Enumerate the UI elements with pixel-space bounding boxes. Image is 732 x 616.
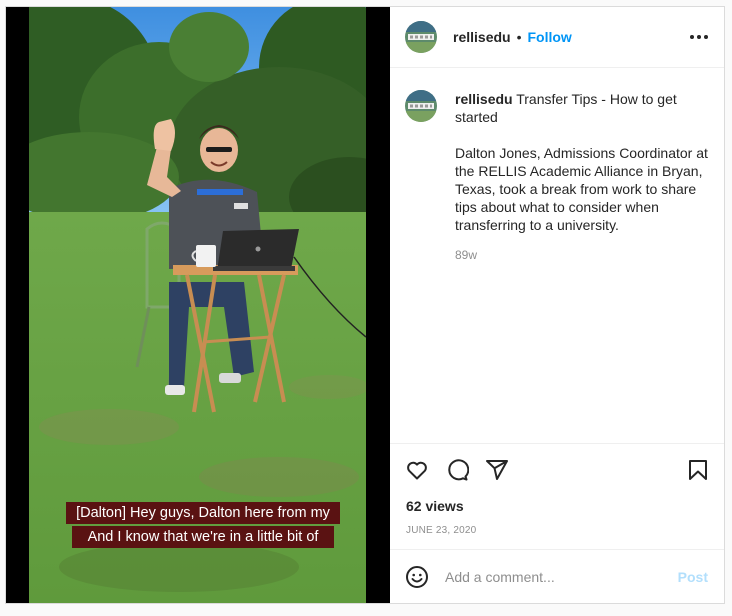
post-side-panel: rellisedu • Follow rellisedu Transfer Ti… [390,7,724,603]
post-card: [Dalton] Hey guys, Dalton here from my A… [5,6,725,604]
follow-button[interactable]: Follow [528,29,572,45]
caption-avatar[interactable] [405,90,437,122]
video-frame[interactable]: [Dalton] Hey guys, Dalton here from my A… [29,7,366,603]
comments-area: rellisedu Transfer Tips - How to get sta… [390,68,724,443]
video-subtitle-line-2: And I know that we're in a little bit of [72,526,334,548]
caption-time-ago[interactable]: 89w [455,246,708,264]
caption-username[interactable]: rellisedu [455,91,513,107]
caption: rellisedu Transfer Tips - How to get sta… [455,90,708,264]
separator-dot: • [516,29,522,45]
username[interactable]: rellisedu [453,29,511,45]
add-comment-bar: Post [390,549,724,603]
avatar[interactable] [405,21,437,53]
smiley-icon[interactable] [405,565,429,589]
caption-row: rellisedu Transfer Tips - How to get sta… [405,90,708,264]
post-comment-button[interactable]: Post [678,569,708,585]
caption-body: Dalton Jones, Admissions Coordinator at … [455,145,708,233]
more-options-icon[interactable] [688,29,710,45]
paper-plane-icon[interactable] [485,458,509,482]
post-date[interactable]: JUNE 23, 2020 [390,517,724,549]
view-count[interactable]: 62 views [390,495,724,517]
heart-icon[interactable] [405,458,429,482]
avatar-image [405,21,437,53]
video-player[interactable]: [Dalton] Hey guys, Dalton here from my A… [6,7,390,603]
action-bar [390,443,724,495]
comment-icon[interactable] [445,458,469,482]
avatar-image [405,90,437,122]
video-subtitle-line-1: [Dalton] Hey guys, Dalton here from my [66,502,340,524]
comment-input[interactable] [445,568,678,585]
post-header: rellisedu • Follow [390,7,724,68]
bookmark-icon[interactable] [686,458,710,482]
